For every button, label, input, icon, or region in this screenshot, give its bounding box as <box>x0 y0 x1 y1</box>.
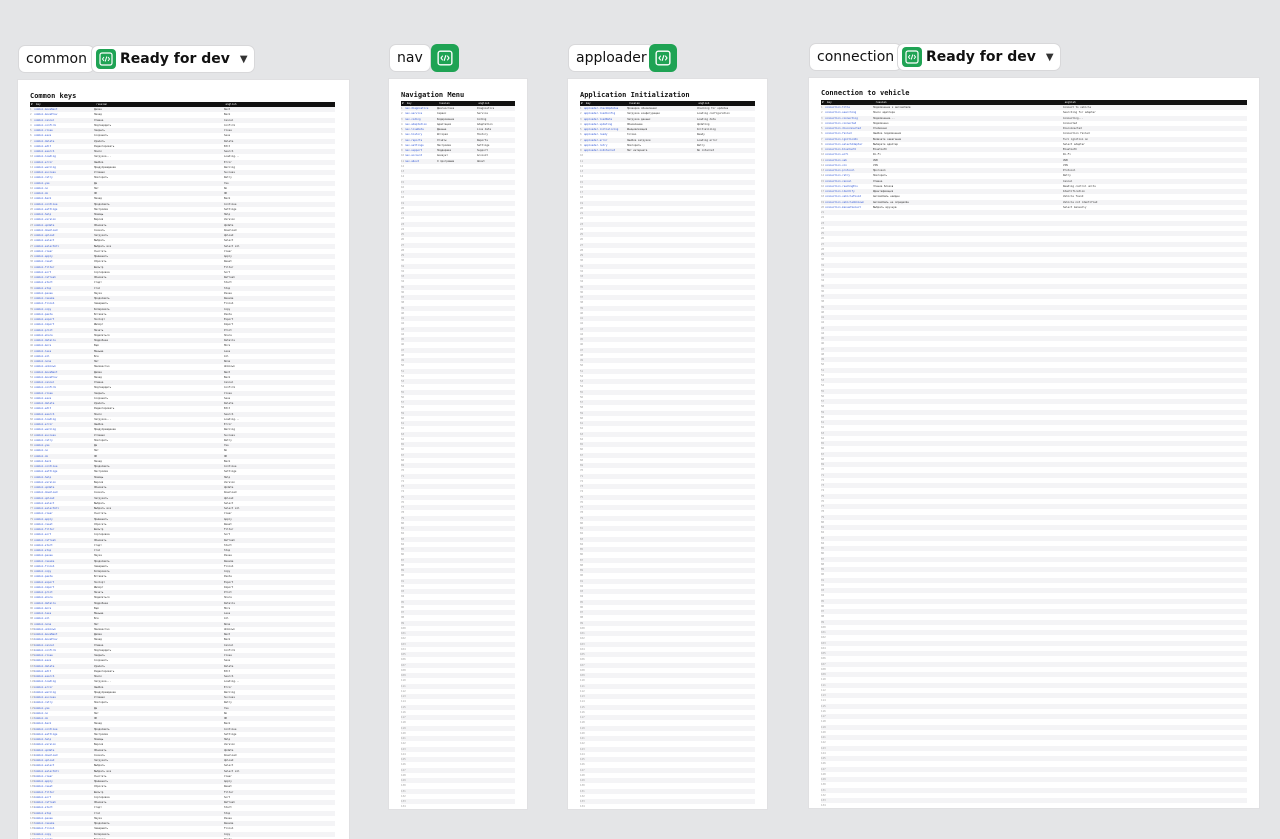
table-row: 134 <box>401 804 515 809</box>
table-row: 9 apploader.noInternet Нет интернета No int… <box>580 148 755 154</box>
english-cell: No internet <box>697 149 715 152</box>
dev-mode-button[interactable] <box>431 44 459 72</box>
keys-table: # key russian english 1 nav.diagnostics Диагно… <box>401 101 515 809</box>
dev-mode-button[interactable] <box>649 44 677 72</box>
keys-table: # key russian english 1 apploader.checkUpdate… <box>580 101 755 809</box>
key-cell[interactable]: connection.manualSelect <box>825 205 873 210</box>
table-row: 20 connection.manualSelect Выбрать вручную… <box>821 205 1247 210</box>
frame-apploader: Application Initialization # key russian en… <box>568 79 767 809</box>
code-brackets-icon <box>902 47 922 67</box>
frame-title: Common keys <box>30 92 77 100</box>
english-cell: Select manually <box>1063 205 1087 209</box>
row-number: 134 <box>401 805 406 809</box>
keys-table: # key russian english 1 connection.title Подкл… <box>821 100 1247 808</box>
russian-cell: Выбрать вручную <box>873 205 897 209</box>
status-dropdown-common[interactable]: Ready for dev ▼ <box>91 45 255 73</box>
status-label: Ready for dev <box>120 51 230 67</box>
frame-connection: Connection to vehicle # key russian english… <box>809 78 1259 808</box>
status-dropdown-connection[interactable]: Ready for dev ▼ <box>897 43 1061 71</box>
frame-label-apploader[interactable]: apploader <box>568 44 655 72</box>
frame-label-nav[interactable]: nav <box>389 44 431 72</box>
english-cell: About <box>477 159 485 163</box>
frame-common: Common keys # key russian english 1 common.mo… <box>18 80 349 839</box>
row-number: 134 <box>821 804 826 808</box>
frame-label-common[interactable]: common <box>18 45 95 73</box>
frame-title: Navigation Menu <box>401 91 465 99</box>
row-number: 134 <box>580 805 585 809</box>
russian-cell: О программе <box>437 159 455 163</box>
frame-title: Application Initialization <box>580 91 690 99</box>
table-row: 134 <box>580 804 755 809</box>
chevron-down-icon: ▼ <box>1045 51 1054 63</box>
keys-table: # key russian english 1 common.moveNext Далее N… <box>30 102 335 839</box>
code-brackets-icon <box>96 49 116 69</box>
key-cell[interactable]: apploader.noInternet <box>584 148 627 153</box>
code-brackets-icon <box>437 50 453 66</box>
key-cell[interactable]: nav.about <box>405 159 437 164</box>
table-row: 134 <box>821 803 1247 808</box>
frame-label-connection[interactable]: connection <box>809 43 903 71</box>
table-row: 11 nav.about О программе About <box>401 158 515 164</box>
status-label: Ready for dev <box>926 49 1036 65</box>
chevron-down-icon: ▼ <box>239 53 248 65</box>
frame-nav: Navigation Menu # key russian english 1 nav.d… <box>389 79 527 809</box>
code-brackets-icon <box>655 50 671 66</box>
frame-title: Connection to vehicle <box>821 89 910 97</box>
russian-cell: Нет интернета <box>627 149 648 152</box>
